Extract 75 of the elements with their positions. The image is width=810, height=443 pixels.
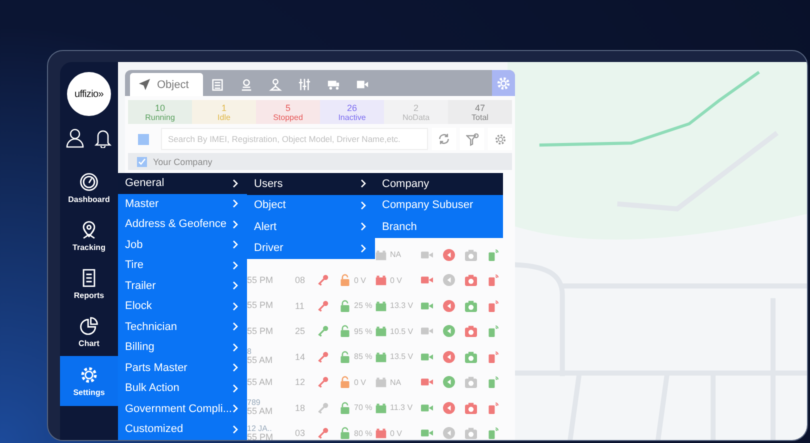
battery-reading: 10.5 V bbox=[390, 326, 414, 336]
status-count[interactable]: 5 Stopped bbox=[256, 100, 320, 124]
time-text: 55 AM bbox=[247, 356, 274, 366]
nav-item[interactable]: Settings bbox=[60, 356, 118, 406]
battery-reading: NA bbox=[390, 378, 402, 387]
sliders-icon bbox=[298, 78, 311, 91]
refresh-icon bbox=[438, 133, 450, 145]
nav-item[interactable]: Tracking bbox=[60, 212, 118, 260]
navigation-arrow-icon bbox=[138, 78, 151, 91]
nav-label: Tracking bbox=[72, 243, 106, 252]
battery-reading: 0 V bbox=[390, 428, 402, 438]
search-field[interactable]: Search By IMEI, Registration, Object Model, Driver Name,etc. bbox=[161, 128, 428, 150]
logo: uffizio» bbox=[67, 72, 111, 116]
menu-item[interactable]: General bbox=[118, 173, 247, 194]
select-square[interactable] bbox=[138, 134, 149, 144]
pie-chart-icon bbox=[79, 316, 99, 336]
nav-item[interactable]: Dashboard bbox=[60, 164, 118, 212]
settings-button[interactable] bbox=[492, 70, 515, 96]
time-text: 55 AM bbox=[247, 378, 274, 387]
lock-reading: 25 % bbox=[354, 301, 372, 310]
lock-reading: 95 % bbox=[354, 326, 372, 336]
bell-icon[interactable] bbox=[94, 128, 112, 148]
gauge-icon bbox=[79, 172, 99, 192]
person-pin-icon bbox=[268, 78, 282, 91]
lock-reading: 70 % bbox=[354, 403, 372, 412]
battery-reading: 13.3 V bbox=[390, 301, 414, 310]
lock-reading: 0 V bbox=[354, 378, 366, 387]
time-text: 55 PM bbox=[247, 301, 274, 310]
settings-button[interactable] bbox=[488, 128, 512, 150]
reference-text: 789 bbox=[247, 399, 262, 408]
clipboard-icon bbox=[210, 78, 224, 91]
nav-item[interactable]: Reports bbox=[60, 260, 118, 308]
time-text: 55 PM bbox=[247, 432, 274, 440]
time-text: 55 AM bbox=[247, 407, 274, 416]
battery-reading: 13.5 V bbox=[390, 352, 414, 362]
number-cell: 12 bbox=[295, 377, 306, 388]
refresh-button[interactable] bbox=[432, 128, 456, 150]
lock-reading: 85 % bbox=[354, 352, 372, 362]
nav-label: Dashboard bbox=[68, 195, 110, 204]
time-text: 55 PM bbox=[247, 326, 274, 336]
checkbox[interactable] bbox=[137, 156, 147, 166]
status-count[interactable]: 10 Running bbox=[128, 100, 192, 124]
user-icon[interactable] bbox=[66, 128, 84, 148]
number-cell: 08 bbox=[295, 275, 306, 286]
reference-text: 12 JA.. bbox=[247, 424, 273, 433]
nav-label: Reports bbox=[74, 291, 104, 300]
nav-item[interactable]: Chart bbox=[60, 308, 118, 356]
status-count[interactable]: 47 Total bbox=[448, 100, 512, 124]
truck-icon bbox=[326, 78, 340, 91]
gear-icon bbox=[496, 76, 511, 90]
battery-reading: 11.3 V bbox=[390, 403, 413, 412]
battery-reading: NA bbox=[390, 250, 402, 260]
number-cell: 11 bbox=[295, 300, 304, 311]
menu-item[interactable]: Company bbox=[375, 173, 503, 194]
time-text: 55 PM bbox=[247, 276, 274, 285]
reference-text: 8 bbox=[247, 348, 252, 356]
nav-label: Settings bbox=[73, 388, 105, 397]
tab[interactable]: Object bbox=[130, 73, 203, 96]
video-camera-icon bbox=[356, 78, 369, 91]
lock-reading: 80 % bbox=[354, 428, 372, 438]
number-cell: 03 bbox=[295, 428, 306, 438]
person-icon bbox=[240, 78, 253, 91]
settings-icon bbox=[79, 365, 99, 385]
lock-reading: 0 V bbox=[354, 276, 366, 285]
battery-reading: 0 V bbox=[390, 276, 402, 285]
menu-item[interactable]: Users bbox=[247, 173, 375, 194]
number-cell: 18 bbox=[295, 402, 306, 413]
gear-icon bbox=[494, 132, 506, 146]
filter-icon bbox=[466, 132, 478, 146]
filter-button[interactable] bbox=[460, 128, 484, 150]
number-cell: 14 bbox=[295, 352, 306, 362]
nav-label: Chart bbox=[78, 339, 100, 348]
number-cell: 25 bbox=[295, 326, 306, 336]
company-label: Your Company bbox=[153, 156, 212, 166]
status-count[interactable]: 26 Inactive bbox=[320, 100, 384, 124]
